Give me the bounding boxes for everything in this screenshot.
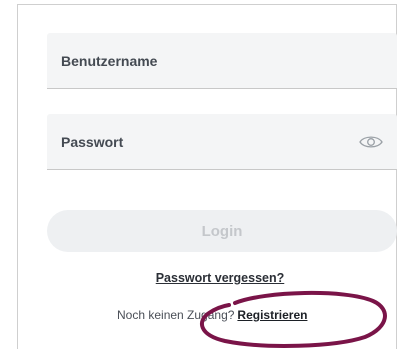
forgot-password-link[interactable]: Passwort vergessen? [0, 271, 414, 285]
no-account-text: Noch keinen Zugang? [117, 308, 235, 322]
login-page: Benutzername Passwort Login Passwort ver… [0, 0, 414, 349]
register-prompt: Noch keinen Zugang? Registrieren [117, 308, 307, 322]
login-button[interactable]: Login [47, 210, 397, 252]
username-placeholder: Benutzername [61, 52, 158, 69]
password-placeholder: Passwort [61, 133, 124, 150]
password-field[interactable]: Passwort [47, 114, 397, 170]
register-link[interactable]: Registrieren [237, 308, 307, 322]
username-field[interactable]: Benutzername [47, 33, 397, 89]
eye-icon[interactable] [359, 134, 383, 150]
